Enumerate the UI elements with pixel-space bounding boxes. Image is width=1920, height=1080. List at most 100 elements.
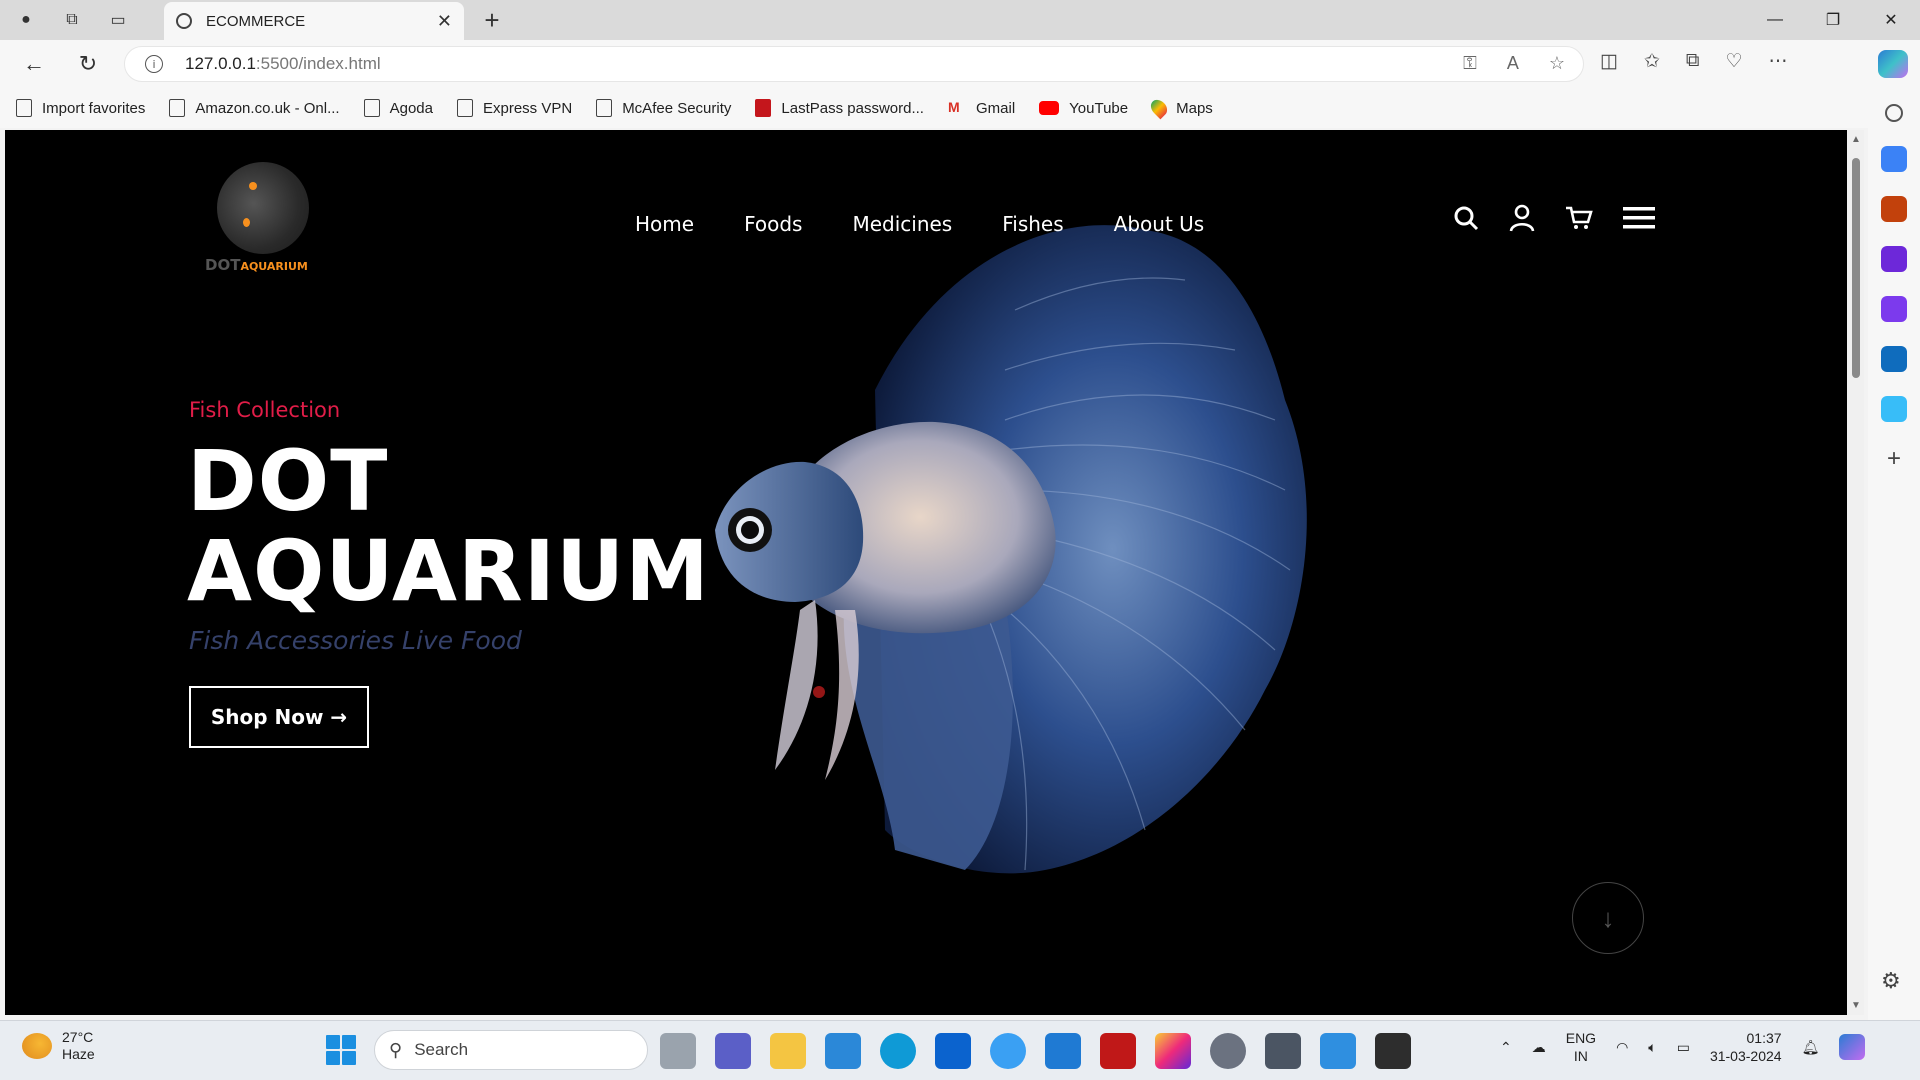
browser-essentials-icon[interactable]: ♡ — [1725, 50, 1742, 73]
close-window-button[interactable]: ✕ — [1862, 0, 1920, 40]
nav-fishes[interactable]: Fishes — [1002, 212, 1063, 236]
bookmark-gmail[interactable]: M Gmail — [948, 99, 1015, 117]
search-icon: ⚲ — [389, 1039, 403, 1060]
restore-button[interactable]: ❐ — [1804, 0, 1862, 40]
volume-icon[interactable]: 🔈︎ — [1648, 1039, 1656, 1056]
collections-icon[interactable]: ⧉ — [1686, 50, 1700, 73]
language-indicator[interactable]: ENG IN — [1566, 1029, 1596, 1065]
settings-icon[interactable]: ⚙ — [1881, 968, 1901, 994]
weather-condition: Haze — [62, 1046, 95, 1062]
bookmark-express-vpn[interactable]: Express VPN — [456, 99, 572, 117]
weather-icon — [22, 1033, 52, 1059]
clock[interactable]: 01:37 31-03-2024 — [1710, 1029, 1782, 1065]
bookmark-mcafee[interactable]: McAfee Security — [596, 99, 731, 117]
scroll-down-button[interactable]: ↓ — [1572, 882, 1644, 954]
page-icon — [596, 99, 613, 117]
workspaces-icon[interactable]: ⧉ — [56, 4, 88, 36]
outlook-icon[interactable] — [1881, 346, 1907, 372]
nav-foods[interactable]: Foods — [744, 212, 802, 236]
logo-dot — [243, 218, 250, 227]
site-info-icon[interactable]: i — [145, 55, 163, 73]
hero-title-line2: AQUARIUM — [187, 522, 710, 620]
split-screen-icon[interactable]: ◫ — [1600, 50, 1618, 73]
profile-icon[interactable]: ● — [10, 4, 42, 36]
system-tray: ⌃ ☁ ENG IN ◠ 🔈︎ ▭ 01:37 31-03-2024 🔔︎ — [1500, 1029, 1866, 1065]
edge-browser-icon[interactable] — [880, 1033, 916, 1069]
bookmark-maps[interactable]: Maps — [1147, 96, 1213, 120]
tools-icon[interactable] — [1881, 196, 1907, 222]
help-icon[interactable] — [990, 1033, 1026, 1069]
page-scrollbar[interactable]: ▲ ▼ — [1847, 130, 1864, 1015]
url-host: 127.0.0.1 — [185, 54, 256, 73]
battery-icon[interactable]: ▭ — [1677, 1039, 1690, 1056]
taskbar-search[interactable]: ⚲ Search — [374, 1030, 648, 1070]
more-menu-icon[interactable]: ⋯ — [1769, 50, 1788, 73]
bookmark-lastpass[interactable]: LastPass password... — [755, 99, 924, 117]
vertical-tabs-icon[interactable]: ▭ — [102, 4, 134, 36]
scroll-down-arrow-icon[interactable]: ▼ — [1851, 1000, 1861, 1011]
site-logo[interactable]: DOTAQUARIUM — [205, 162, 323, 274]
add-sidebar-icon[interactable]: + — [1881, 446, 1907, 472]
minimize-button[interactable]: — — [1746, 0, 1804, 40]
scrollbar-thumb[interactable] — [1852, 158, 1860, 378]
myhp-icon[interactable] — [935, 1033, 971, 1069]
file-explorer-icon[interactable] — [770, 1033, 806, 1069]
telegram-icon[interactable] — [1881, 396, 1907, 422]
scroll-up-arrow-icon[interactable]: ▲ — [1851, 134, 1861, 145]
settings-app-icon[interactable] — [1210, 1033, 1246, 1069]
new-tab-button[interactable]: + — [476, 4, 508, 36]
address-bar[interactable]: i 127.0.0.1 :5500/index.html ⚿ A ☆ — [124, 46, 1584, 82]
show-hidden-icons-icon[interactable]: ⌃ — [1500, 1039, 1512, 1056]
close-tab-icon[interactable]: ✕ — [437, 11, 452, 32]
paint-icon[interactable] — [1320, 1033, 1356, 1069]
nav-home[interactable]: Home — [635, 212, 694, 236]
copilot-icon[interactable] — [1878, 50, 1908, 78]
search-sidebar-icon[interactable] — [1885, 104, 1903, 122]
instagram-icon[interactable] — [1155, 1033, 1191, 1069]
copilot-taskbar-icon[interactable] — [1839, 1034, 1866, 1060]
vscode-icon[interactable] — [1045, 1033, 1081, 1069]
notification-bell-icon[interactable]: 🔔︎ — [1802, 1039, 1820, 1056]
refresh-button[interactable]: ↻ — [72, 48, 104, 80]
bookmark-youtube[interactable]: YouTube — [1039, 100, 1128, 117]
arrow-down-icon: ↓ — [1601, 902, 1615, 933]
bookmark-agoda[interactable]: Agoda — [363, 99, 433, 117]
edge-sidebar: + ⚙ — [1868, 88, 1920, 1020]
tab-ecommerce[interactable]: ECOMMERCE ✕ — [164, 2, 464, 40]
shopping-icon[interactable] — [1881, 146, 1907, 172]
key-icon[interactable]: ⚿ — [1463, 53, 1477, 74]
bookmark-amazon[interactable]: Amazon.co.uk - Onl... — [169, 99, 340, 117]
task-view-icon[interactable] — [660, 1033, 696, 1069]
search-icon[interactable] — [1453, 205, 1479, 231]
onedrive-icon[interactable]: ☁ — [1532, 1039, 1546, 1056]
hamburger-menu-icon[interactable] — [1623, 205, 1655, 231]
camera-icon[interactable] — [1265, 1033, 1301, 1069]
read-aloud-icon[interactable]: A — [1507, 53, 1519, 74]
teams-icon[interactable] — [715, 1033, 751, 1069]
weather-widget[interactable]: 27°C Haze — [22, 1029, 95, 1063]
region-code: IN — [1573, 1048, 1588, 1064]
shop-now-button[interactable]: Shop Now → — [189, 686, 369, 748]
start-button[interactable] — [326, 1035, 356, 1065]
shopping-cart-icon[interactable] — [1565, 205, 1593, 231]
favorites-icon[interactable]: ✩ — [1644, 50, 1660, 73]
favorite-star-icon[interactable]: ☆ — [1549, 53, 1565, 74]
nav-about-us[interactable]: About Us — [1114, 212, 1205, 236]
mcafee-icon[interactable] — [1100, 1033, 1136, 1069]
bookmark-import-favorites[interactable]: Import favorites — [16, 99, 145, 117]
page-viewport: DOT AQUARIUM Home Foods Medicines Fishes … — [5, 130, 1847, 1015]
nav-medicines[interactable]: Medicines — [852, 212, 952, 236]
microsoft365-icon[interactable] — [1881, 296, 1907, 322]
microsoft-store-icon[interactable] — [825, 1033, 861, 1069]
taskbar-search-placeholder: Search — [414, 1040, 469, 1059]
back-button[interactable]: ← — [18, 48, 50, 80]
import-icon — [16, 99, 32, 117]
terminal-icon[interactable] — [1375, 1033, 1411, 1069]
tab-title: ECOMMERCE — [206, 12, 306, 30]
address-toolbar: ← ↻ i 127.0.0.1 :5500/index.html ⚿ A ☆ ◫… — [0, 40, 1920, 88]
user-account-icon[interactable] — [1509, 204, 1535, 232]
logo-word-dot: DOT — [205, 256, 241, 274]
wifi-icon[interactable]: ◠ — [1616, 1039, 1628, 1056]
page-icon — [169, 99, 186, 117]
games-icon[interactable] — [1881, 246, 1907, 272]
